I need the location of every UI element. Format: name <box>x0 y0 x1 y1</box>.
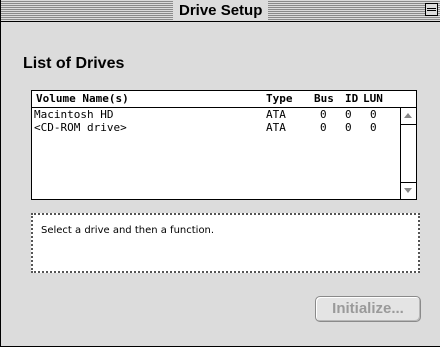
column-type[interactable]: Type <box>266 92 293 106</box>
column-volume-name[interactable]: Volume Name(s) <box>36 92 129 106</box>
drive-lun: 0 <box>370 108 377 121</box>
title-bar[interactable]: Drive Setup <box>1 0 440 22</box>
drive-rows: Macintosh HD ATA 0 0 0 <CD-ROM drive> AT… <box>32 108 400 134</box>
window-collapse-box-icon[interactable] <box>425 3 438 16</box>
column-id[interactable]: ID <box>345 92 358 106</box>
window-title: Drive Setup <box>173 0 269 21</box>
drive-id: 0 <box>345 108 352 121</box>
drive-lun: 0 <box>370 121 377 134</box>
drive-row[interactable]: Macintosh HD ATA 0 0 0 <box>32 108 400 121</box>
initialize-button[interactable]: Initialize... <box>315 296 421 322</box>
column-bus[interactable]: Bus <box>314 92 334 106</box>
info-box: Select a drive and then a function. <box>31 213 420 273</box>
scroll-down-arrow-icon[interactable] <box>401 182 416 199</box>
drive-type: ATA <box>266 121 286 134</box>
drive-volume-name: Macintosh HD <box>34 108 114 121</box>
drive-volume-name: <CD-ROM drive> <box>34 121 127 134</box>
list-scrollbar[interactable] <box>400 108 416 199</box>
list-of-drives-heading: List of Drives <box>23 55 125 72</box>
drive-type: ATA <box>266 108 286 121</box>
drive-setup-window: Drive Setup List of Drives Volume Name(s… <box>0 0 440 347</box>
drive-bus: 0 <box>320 108 327 121</box>
drive-id: 0 <box>345 121 352 134</box>
scroll-up-arrow-icon[interactable] <box>401 108 416 125</box>
drive-list: Volume Name(s) Type Bus ID LUN Macintosh… <box>31 90 417 200</box>
column-lun[interactable]: LUN <box>363 92 383 106</box>
list-header: Volume Name(s) Type Bus ID LUN <box>32 91 416 108</box>
drive-bus: 0 <box>320 121 327 134</box>
drive-row[interactable]: <CD-ROM drive> ATA 0 0 0 <box>32 121 400 134</box>
info-message: Select a drive and then a function. <box>41 225 215 236</box>
